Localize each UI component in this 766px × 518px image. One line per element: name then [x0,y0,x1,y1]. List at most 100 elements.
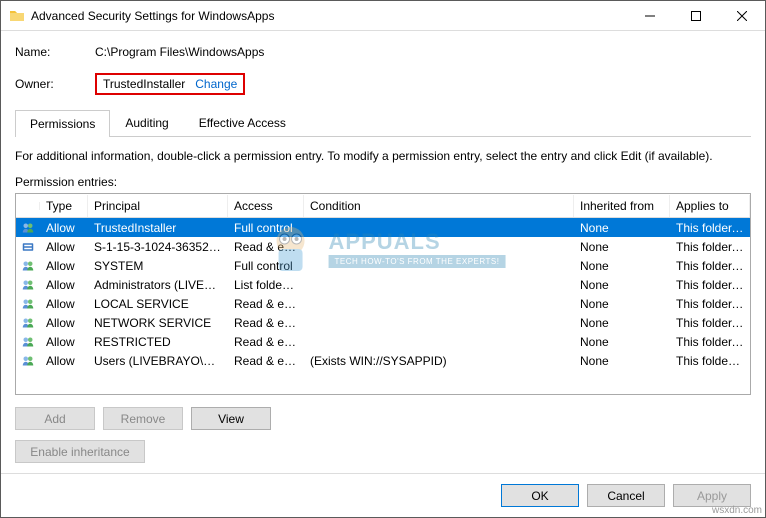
enable-inheritance-button[interactable]: Enable inheritance [15,440,145,463]
col-access[interactable]: Access [228,195,304,217]
table-row[interactable]: AllowNETWORK SERVICERead & ex... NoneThis… [16,313,750,332]
cell-principal: RESTRICTED [88,333,228,351]
table-row[interactable]: AllowLOCAL SERVICERead & ex... NoneThis f… [16,294,750,313]
table-row[interactable]: AllowAdministrators (LIVEBR...List folde… [16,275,750,294]
cell-condition [304,226,574,230]
cell-access: Read & ex... [228,314,304,332]
minimize-button[interactable] [627,1,673,31]
add-button[interactable]: Add [15,407,95,430]
col-condition[interactable]: Condition [304,195,574,217]
col-type[interactable]: Type [40,195,88,217]
cell-condition [304,264,574,268]
cell-access: Read & ex... [228,238,304,256]
cell-inherited: None [574,295,670,313]
col-principal[interactable]: Principal [88,195,228,217]
cell-inherited: None [574,352,670,370]
grid-header: Type Principal Access Condition Inherite… [16,194,750,218]
col-applies[interactable]: Applies to [670,195,750,217]
view-button[interactable]: View [191,407,271,430]
permission-grid: Type Principal Access Condition Inherite… [15,193,751,395]
cell-principal: TrustedInstaller [88,219,228,237]
cell-type: Allow [40,314,88,332]
ok-button[interactable]: OK [501,484,579,507]
principal-icon [16,352,40,370]
cancel-button[interactable]: Cancel [587,484,665,507]
cell-inherited: None [574,238,670,256]
owner-highlight-box: TrustedInstaller Change [95,73,245,95]
cell-inherited: None [574,257,670,275]
col-icon[interactable] [16,202,40,210]
tab-auditing[interactable]: Auditing [110,109,183,136]
titlebar: Advanced Security Settings for WindowsAp… [1,1,765,31]
inheritance-row: Enable inheritance [15,440,751,463]
principal-icon [16,219,40,237]
cell-applies: This folder ... [670,352,750,370]
principal-icon [16,276,40,294]
cell-applies: This folder,... [670,295,750,313]
cell-access: Read & ex... [228,295,304,313]
window-title: Advanced Security Settings for WindowsAp… [31,9,627,23]
security-settings-window: Advanced Security Settings for WindowsAp… [0,0,766,518]
cell-condition [304,321,574,325]
tab-effective-access[interactable]: Effective Access [184,109,301,136]
cell-principal: LOCAL SERVICE [88,295,228,313]
col-inherited[interactable]: Inherited from [574,195,670,217]
cell-type: Allow [40,352,88,370]
cell-inherited: None [574,333,670,351]
footer-credit: wsxdn.com [712,505,762,516]
cell-type: Allow [40,295,88,313]
cell-condition [304,302,574,306]
name-row: Name: C:\Program Files\WindowsApps [15,45,751,59]
cell-principal: Users (LIVEBRAYO\Users) [88,352,228,370]
table-row[interactable]: AllowS-1-15-3-1024-3635283...Read & ex..… [16,237,750,256]
principal-icon [16,238,40,256]
cell-access: Full control [228,219,304,237]
table-row[interactable]: AllowSYSTEMFull control NoneThis folder,.… [16,256,750,275]
maximize-button[interactable] [673,1,719,31]
owner-label: Owner: [15,77,95,91]
principal-icon [16,295,40,313]
grid-body: AllowTrustedInstallerFull controlNoneThi… [16,218,750,370]
cell-access: Read & ex... [228,352,304,370]
change-owner-link[interactable]: Change [195,77,237,91]
cell-access: List folder ... [228,276,304,294]
principal-icon [16,257,40,275]
cell-access: Full control [228,257,304,275]
close-button[interactable] [719,1,765,31]
folder-icon [9,8,25,24]
name-label: Name: [15,45,95,59]
owner-value: TrustedInstaller [103,77,185,91]
cell-inherited: None [574,314,670,332]
table-row[interactable]: AllowTrustedInstallerFull controlNoneThi… [16,218,750,237]
cell-condition [304,283,574,287]
owner-row: Owner: TrustedInstaller Change [15,73,751,95]
cell-applies: This folder,... [670,314,750,332]
tab-permissions[interactable]: Permissions [15,110,110,137]
cell-inherited: None [574,276,670,294]
cell-principal: NETWORK SERVICE [88,314,228,332]
cell-principal: S-1-15-3-1024-3635283... [88,238,228,256]
cell-applies: This folder,... [670,219,750,237]
cell-applies: This folder,... [670,276,750,294]
principal-icon [16,333,40,351]
cell-principal: SYSTEM [88,257,228,275]
cell-inherited: None [574,219,670,237]
cell-type: Allow [40,257,88,275]
apply-button[interactable]: Apply [673,484,751,507]
table-row[interactable]: AllowRESTRICTEDRead & ex...NoneThis fold… [16,332,750,351]
table-row[interactable]: AllowUsers (LIVEBRAYO\Users)Read & ex...… [16,351,750,370]
name-value: C:\Program Files\WindowsApps [95,45,264,59]
entries-label: Permission entries: [15,175,751,189]
cell-condition: (Exists WIN://SYSAPPID) [304,352,574,370]
remove-button[interactable]: Remove [103,407,183,430]
cell-access: Read & ex... [228,333,304,351]
cell-applies: This folder,... [670,333,750,351]
cell-principal: Administrators (LIVEBR... [88,276,228,294]
cell-applies: This folder,... [670,257,750,275]
cell-condition [304,340,574,344]
cell-type: Allow [40,238,88,256]
cell-type: Allow [40,276,88,294]
principal-icon [16,314,40,332]
info-text: For additional information, double-click… [15,149,751,163]
entry-buttons: Add Remove View [15,407,751,430]
